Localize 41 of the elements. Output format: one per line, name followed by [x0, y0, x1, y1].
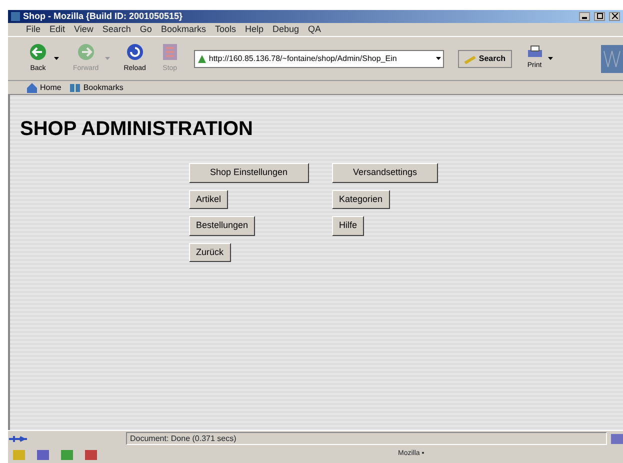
form-button[interactable]: Artikel — [189, 190, 228, 209]
dropdown-arrow-icon — [548, 57, 553, 60]
menu-item[interactable]: Bookmarks — [160, 22, 206, 36]
status-text: Document: Done (0.371 secs) — [126, 432, 607, 445]
bookmarks-button[interactable]: Bookmarks — [69, 82, 124, 94]
connection-icon — [8, 434, 28, 444]
dropdown-arrow-icon — [54, 57, 59, 60]
close-button[interactable] — [609, 12, 620, 21]
window-title: Shop - Mozilla {Build ID: 2001050515} — [23, 10, 183, 23]
maximize-icon — [596, 13, 602, 20]
menu-item[interactable]: QA — [308, 22, 322, 36]
form-button[interactable]: Shop Einstellungen — [189, 163, 309, 182]
printer-icon — [526, 45, 544, 60]
minimize-button[interactable] — [579, 12, 590, 21]
app-icon — [11, 12, 20, 21]
page-icon — [196, 54, 207, 64]
form-button[interactable]: Kategorien — [332, 190, 390, 209]
close-icon — [612, 13, 618, 20]
dropdown-arrow-icon — [436, 57, 441, 60]
menu-item[interactable]: File — [26, 22, 41, 36]
page-heading: SHOP ADMINISTRATION — [20, 117, 254, 141]
menu-item[interactable]: View — [74, 22, 94, 36]
throbber-icon — [601, 44, 623, 72]
menu-item[interactable]: Search — [102, 22, 131, 36]
form-button[interactable]: Hilfe — [332, 216, 364, 236]
search-button[interactable]: Search — [458, 50, 512, 68]
menu-item[interactable]: Edit — [50, 22, 66, 36]
reload-icon — [124, 42, 145, 62]
bookmarks-icon — [69, 82, 82, 93]
menu-item[interactable]: Tools — [214, 22, 236, 36]
home-button[interactable]: Home — [26, 82, 62, 94]
form-button[interactable]: Bestellungen — [189, 216, 256, 236]
address-field[interactable]: http://160.85.136.78/~fontaine/shop/Admin/Shop_Ein — [194, 50, 444, 68]
menu-item[interactable]: Go — [140, 22, 152, 36]
house-icon — [26, 82, 38, 93]
form-button[interactable]: Versandsettings — [332, 163, 438, 182]
menu-item[interactable]: Debug — [272, 22, 300, 36]
form-button[interactable]: Zurück — [189, 242, 231, 262]
menu-item[interactable]: Help — [244, 22, 264, 36]
dropdown-arrow-icon — [104, 57, 110, 60]
maximize-button[interactable] — [594, 12, 605, 21]
